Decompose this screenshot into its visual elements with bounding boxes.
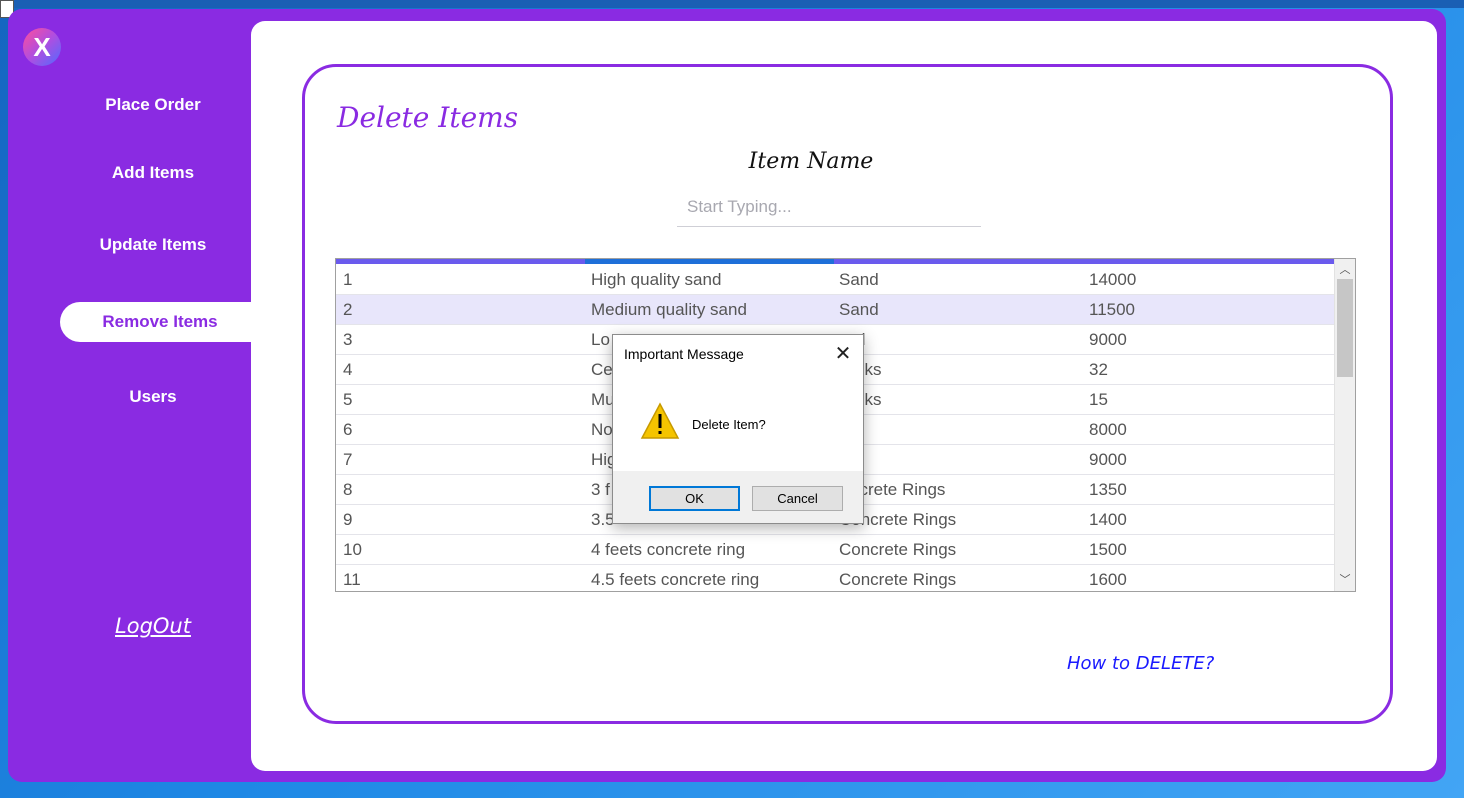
- cell-category: cks: [856, 360, 882, 379]
- header-col-2[interactable]: [585, 259, 834, 264]
- dialog-message: Delete Item?: [692, 417, 766, 432]
- cell-id: 8: [343, 480, 353, 499]
- cell-id: 3: [343, 330, 353, 349]
- table-row-selected[interactable]: 2 Medium quality sand Sand 11500: [336, 295, 1334, 325]
- cell-price: 9000: [1089, 450, 1127, 469]
- cell-id: 6: [343, 420, 353, 439]
- cell-id: 5: [343, 390, 353, 409]
- table-header-bar: [336, 259, 1334, 264]
- item-name-search-input[interactable]: [677, 187, 981, 227]
- cell-name: 4 feets concrete ring: [591, 540, 746, 559]
- cell-price: 11500: [1089, 300, 1136, 319]
- cell-category: ncrete Rings: [850, 480, 946, 499]
- item-name-label: Item Name: [748, 149, 874, 174]
- cell-price: 32: [1089, 360, 1108, 379]
- warning-icon: [640, 402, 680, 439]
- dialog-footer: OK Cancel: [613, 471, 863, 523]
- cell-id: 2: [343, 300, 353, 319]
- table-row[interactable]: 10 4 feets concrete ring Concrete Rings …: [336, 535, 1334, 565]
- cell-category: Concrete Rings: [839, 510, 957, 529]
- cell-category: Concrete Rings: [839, 570, 957, 589]
- page-title: Delete Items: [337, 101, 519, 134]
- table-scrollbar[interactable]: ︿ ﹀: [1334, 259, 1355, 591]
- app-logo: X: [23, 28, 61, 66]
- cell-category: Sand: [839, 270, 879, 289]
- cell-price: 1400: [1089, 510, 1127, 529]
- cell-price: 9000: [1089, 330, 1127, 349]
- header-col-4[interactable]: [1083, 259, 1334, 264]
- cell-price: 14000: [1089, 270, 1137, 289]
- header-col-1[interactable]: [336, 259, 585, 264]
- table-row[interactable]: 11 4.5 feets concrete ring Concrete Ring…: [336, 565, 1334, 591]
- cell-category: Concrete Rings: [839, 540, 957, 559]
- cell-id: 7: [343, 450, 353, 469]
- cell-id: 10: [343, 540, 362, 559]
- dialog-title: Important Message: [624, 346, 744, 362]
- cell-price: 15: [1089, 390, 1108, 409]
- how-to-delete-link[interactable]: How to DELETE?: [1067, 653, 1214, 674]
- cell-name: Medium quality sand: [591, 300, 747, 319]
- cell-id: 9: [343, 510, 353, 529]
- cell-price: 1500: [1089, 540, 1127, 559]
- cell-id: 11: [343, 570, 361, 589]
- cell-category: cks: [856, 390, 882, 409]
- cell-price: 8000: [1089, 420, 1127, 439]
- cancel-button[interactable]: Cancel: [752, 486, 843, 511]
- sidebar-item-add-items[interactable]: Add Items: [58, 153, 248, 193]
- scroll-down-arrow-icon[interactable]: ﹀: [1335, 571, 1355, 589]
- cell-name: 4.5 feets concrete ring: [591, 570, 760, 589]
- cell-category: [839, 415, 1079, 445]
- cell-price: 1350: [1089, 480, 1127, 499]
- sidebar-item-place-order[interactable]: Place Order: [58, 85, 248, 125]
- cell-name: High quality sand: [591, 270, 722, 289]
- header-col-3[interactable]: [834, 259, 1083, 264]
- sidebar-item-update-items[interactable]: Update Items: [58, 225, 248, 265]
- desktop-strip: [0, 0, 1464, 8]
- confirm-dialog: Important Message ✕ Delete Item? OK Canc…: [612, 334, 864, 524]
- cell-price: 1600: [1089, 570, 1127, 589]
- cell-id: 4: [343, 360, 353, 379]
- sidebar-item-users[interactable]: Users: [58, 377, 248, 417]
- cell-id: 1: [343, 270, 353, 289]
- scroll-thumb[interactable]: [1337, 279, 1353, 377]
- table-row[interactable]: 1 High quality sand Sand 14000: [336, 265, 1334, 295]
- cell-category: d: [856, 325, 1096, 355]
- logout-link[interactable]: LogOut: [68, 614, 238, 638]
- cell-category: [839, 445, 1079, 475]
- close-icon[interactable]: ✕: [829, 341, 857, 367]
- ok-button[interactable]: OK: [649, 486, 740, 511]
- cell-category: Sand: [839, 300, 879, 319]
- scroll-up-arrow-icon[interactable]: ︿: [1335, 261, 1355, 279]
- sidebar-item-remove-items[interactable]: Remove Items: [60, 302, 260, 342]
